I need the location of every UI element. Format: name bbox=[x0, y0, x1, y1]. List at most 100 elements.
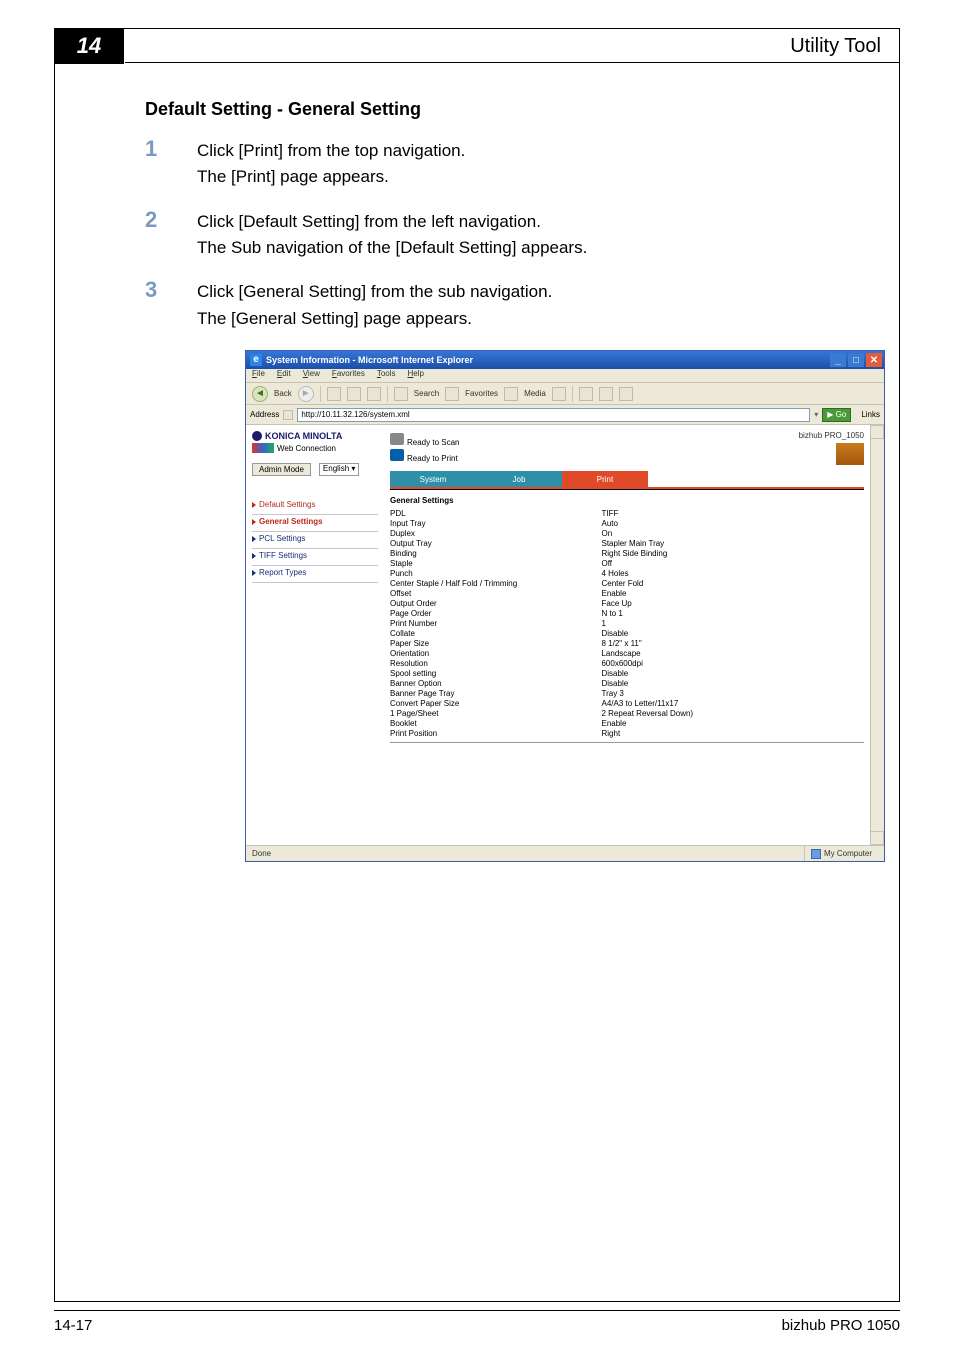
tab-print[interactable]: Print bbox=[562, 471, 648, 487]
menu-item[interactable]: Edit bbox=[277, 369, 291, 382]
print-icon[interactable] bbox=[599, 387, 613, 401]
setting-row: Center Staple / Half Fold / TrimmingCent… bbox=[390, 578, 850, 588]
left-nav: Default SettingsGeneral SettingsPCL Sett… bbox=[252, 498, 378, 583]
web-connection-label: Web Connection bbox=[252, 443, 378, 453]
scan-icon bbox=[390, 433, 404, 445]
setting-key: 1 Page/Sheet bbox=[390, 708, 601, 718]
title-bar: System Information - Microsoft Internet … bbox=[246, 351, 884, 369]
setting-row: OffsetEnable bbox=[390, 588, 850, 598]
minimize-button[interactable]: _ bbox=[830, 353, 846, 367]
address-bar: Address ▾ ▶ Go Links bbox=[246, 405, 884, 425]
setting-key: Input Tray bbox=[390, 518, 601, 528]
menu-item[interactable]: Favorites bbox=[332, 369, 365, 382]
step-number: 1 bbox=[145, 138, 197, 160]
setting-key: Staple bbox=[390, 558, 601, 568]
setting-row: Output OrderFace Up bbox=[390, 598, 850, 608]
address-input[interactable] bbox=[297, 408, 810, 422]
maximize-button[interactable]: □ bbox=[848, 353, 864, 367]
back-button[interactable]: ◄ bbox=[252, 386, 268, 402]
setting-row: Banner Page TrayTray 3 bbox=[390, 688, 850, 698]
edit-icon[interactable] bbox=[619, 387, 633, 401]
setting-value: Disable bbox=[601, 628, 849, 638]
nav-item[interactable]: General Settings bbox=[252, 515, 378, 532]
setting-value: On bbox=[601, 528, 849, 538]
setting-row: Print PositionRight bbox=[390, 728, 850, 738]
settings-header: General Settings bbox=[390, 496, 864, 505]
setting-value: TIFF bbox=[601, 508, 849, 518]
nav-item[interactable]: Report Types bbox=[252, 566, 378, 583]
menu-item[interactable]: File bbox=[252, 369, 265, 382]
menu-item[interactable]: Help bbox=[408, 369, 424, 382]
scroll-up-button[interactable] bbox=[870, 425, 884, 439]
language-select[interactable]: English ▾ bbox=[319, 463, 360, 476]
nav-item[interactable]: Default Settings bbox=[252, 498, 378, 515]
setting-value: Right bbox=[601, 728, 849, 738]
favorites-icon[interactable] bbox=[445, 387, 459, 401]
setting-key: Binding bbox=[390, 548, 601, 558]
ie-icon bbox=[250, 354, 262, 366]
stop-icon[interactable] bbox=[327, 387, 341, 401]
scrollbar[interactable] bbox=[870, 425, 884, 845]
status-bar: Done My Computer bbox=[246, 845, 884, 861]
setting-key: Paper Size bbox=[390, 638, 601, 648]
setting-key: Booklet bbox=[390, 718, 601, 728]
setting-row: PDLTIFF bbox=[390, 508, 850, 518]
media-icon[interactable] bbox=[504, 387, 518, 401]
steps-list: 1Click [Print] from the top navigation.T… bbox=[145, 138, 851, 332]
setting-row: Page OrderN to 1 bbox=[390, 608, 850, 618]
setting-key: Offset bbox=[390, 588, 601, 598]
setting-value: 2 Repeat Reversal Down) bbox=[601, 708, 849, 718]
setting-value: Off bbox=[601, 558, 849, 568]
page-headline: Utility Tool bbox=[125, 29, 899, 63]
scroll-down-button[interactable] bbox=[870, 831, 884, 845]
chapter-tab: 14 bbox=[54, 28, 124, 64]
step-text: Click [General Setting] from the sub nav… bbox=[197, 279, 552, 332]
setting-key: Center Staple / Half Fold / Trimming bbox=[390, 578, 601, 588]
search-label: Search bbox=[414, 389, 439, 398]
favorites-label: Favorites bbox=[465, 389, 498, 398]
setting-value: Center Fold bbox=[601, 578, 849, 588]
admin-mode-button[interactable]: Admin Mode bbox=[252, 463, 311, 476]
nav-item[interactable]: TIFF Settings bbox=[252, 549, 378, 566]
refresh-icon[interactable] bbox=[347, 387, 361, 401]
mail-icon[interactable] bbox=[579, 387, 593, 401]
setting-key: Collate bbox=[390, 628, 601, 638]
setting-value: Enable bbox=[601, 718, 849, 728]
setting-key: Punch bbox=[390, 568, 601, 578]
page-scope-icon bbox=[252, 443, 274, 453]
menu-item[interactable]: View bbox=[303, 369, 320, 382]
search-icon[interactable] bbox=[394, 387, 408, 401]
setting-row: Banner OptionDisable bbox=[390, 678, 850, 688]
tabs-underline bbox=[390, 487, 864, 490]
setting-row: Resolution600x600dpi bbox=[390, 658, 850, 668]
step: 1Click [Print] from the top navigation.T… bbox=[145, 138, 851, 191]
media-label: Media bbox=[524, 389, 546, 398]
model-image bbox=[836, 443, 864, 465]
setting-key: Print Position bbox=[390, 728, 601, 738]
menu-item[interactable]: Tools bbox=[377, 369, 396, 382]
nav-item[interactable]: PCL Settings bbox=[252, 532, 378, 549]
setting-key: Convert Paper Size bbox=[390, 698, 601, 708]
home-icon[interactable] bbox=[367, 387, 381, 401]
section-heading: Default Setting - General Setting bbox=[145, 99, 851, 120]
window-title: System Information - Microsoft Internet … bbox=[266, 355, 473, 365]
model-box: bizhub PRO_1050 bbox=[799, 431, 864, 465]
setting-key: Spool setting bbox=[390, 668, 601, 678]
close-button[interactable]: ✕ bbox=[866, 353, 882, 367]
setting-value: Enable bbox=[601, 588, 849, 598]
setting-key: Page Order bbox=[390, 608, 601, 618]
history-icon[interactable] bbox=[552, 387, 566, 401]
setting-row: 1 Page/Sheet2 Repeat Reversal Down) bbox=[390, 708, 850, 718]
tab-system[interactable]: System bbox=[390, 471, 476, 487]
computer-icon bbox=[811, 849, 821, 859]
go-button[interactable]: ▶ Go bbox=[822, 408, 851, 422]
browser-window: System Information - Microsoft Internet … bbox=[245, 350, 885, 862]
step-text: Click [Default Setting] from the left na… bbox=[197, 209, 587, 262]
tab-job[interactable]: Job bbox=[476, 471, 562, 487]
status-list: Ready to ScanReady to Print bbox=[390, 433, 459, 463]
setting-row: DuplexOn bbox=[390, 528, 850, 538]
step-number: 2 bbox=[145, 209, 197, 231]
setting-row: Print Number1 bbox=[390, 618, 850, 628]
setting-row: Input TrayAuto bbox=[390, 518, 850, 528]
forward-button[interactable]: ► bbox=[298, 386, 314, 402]
